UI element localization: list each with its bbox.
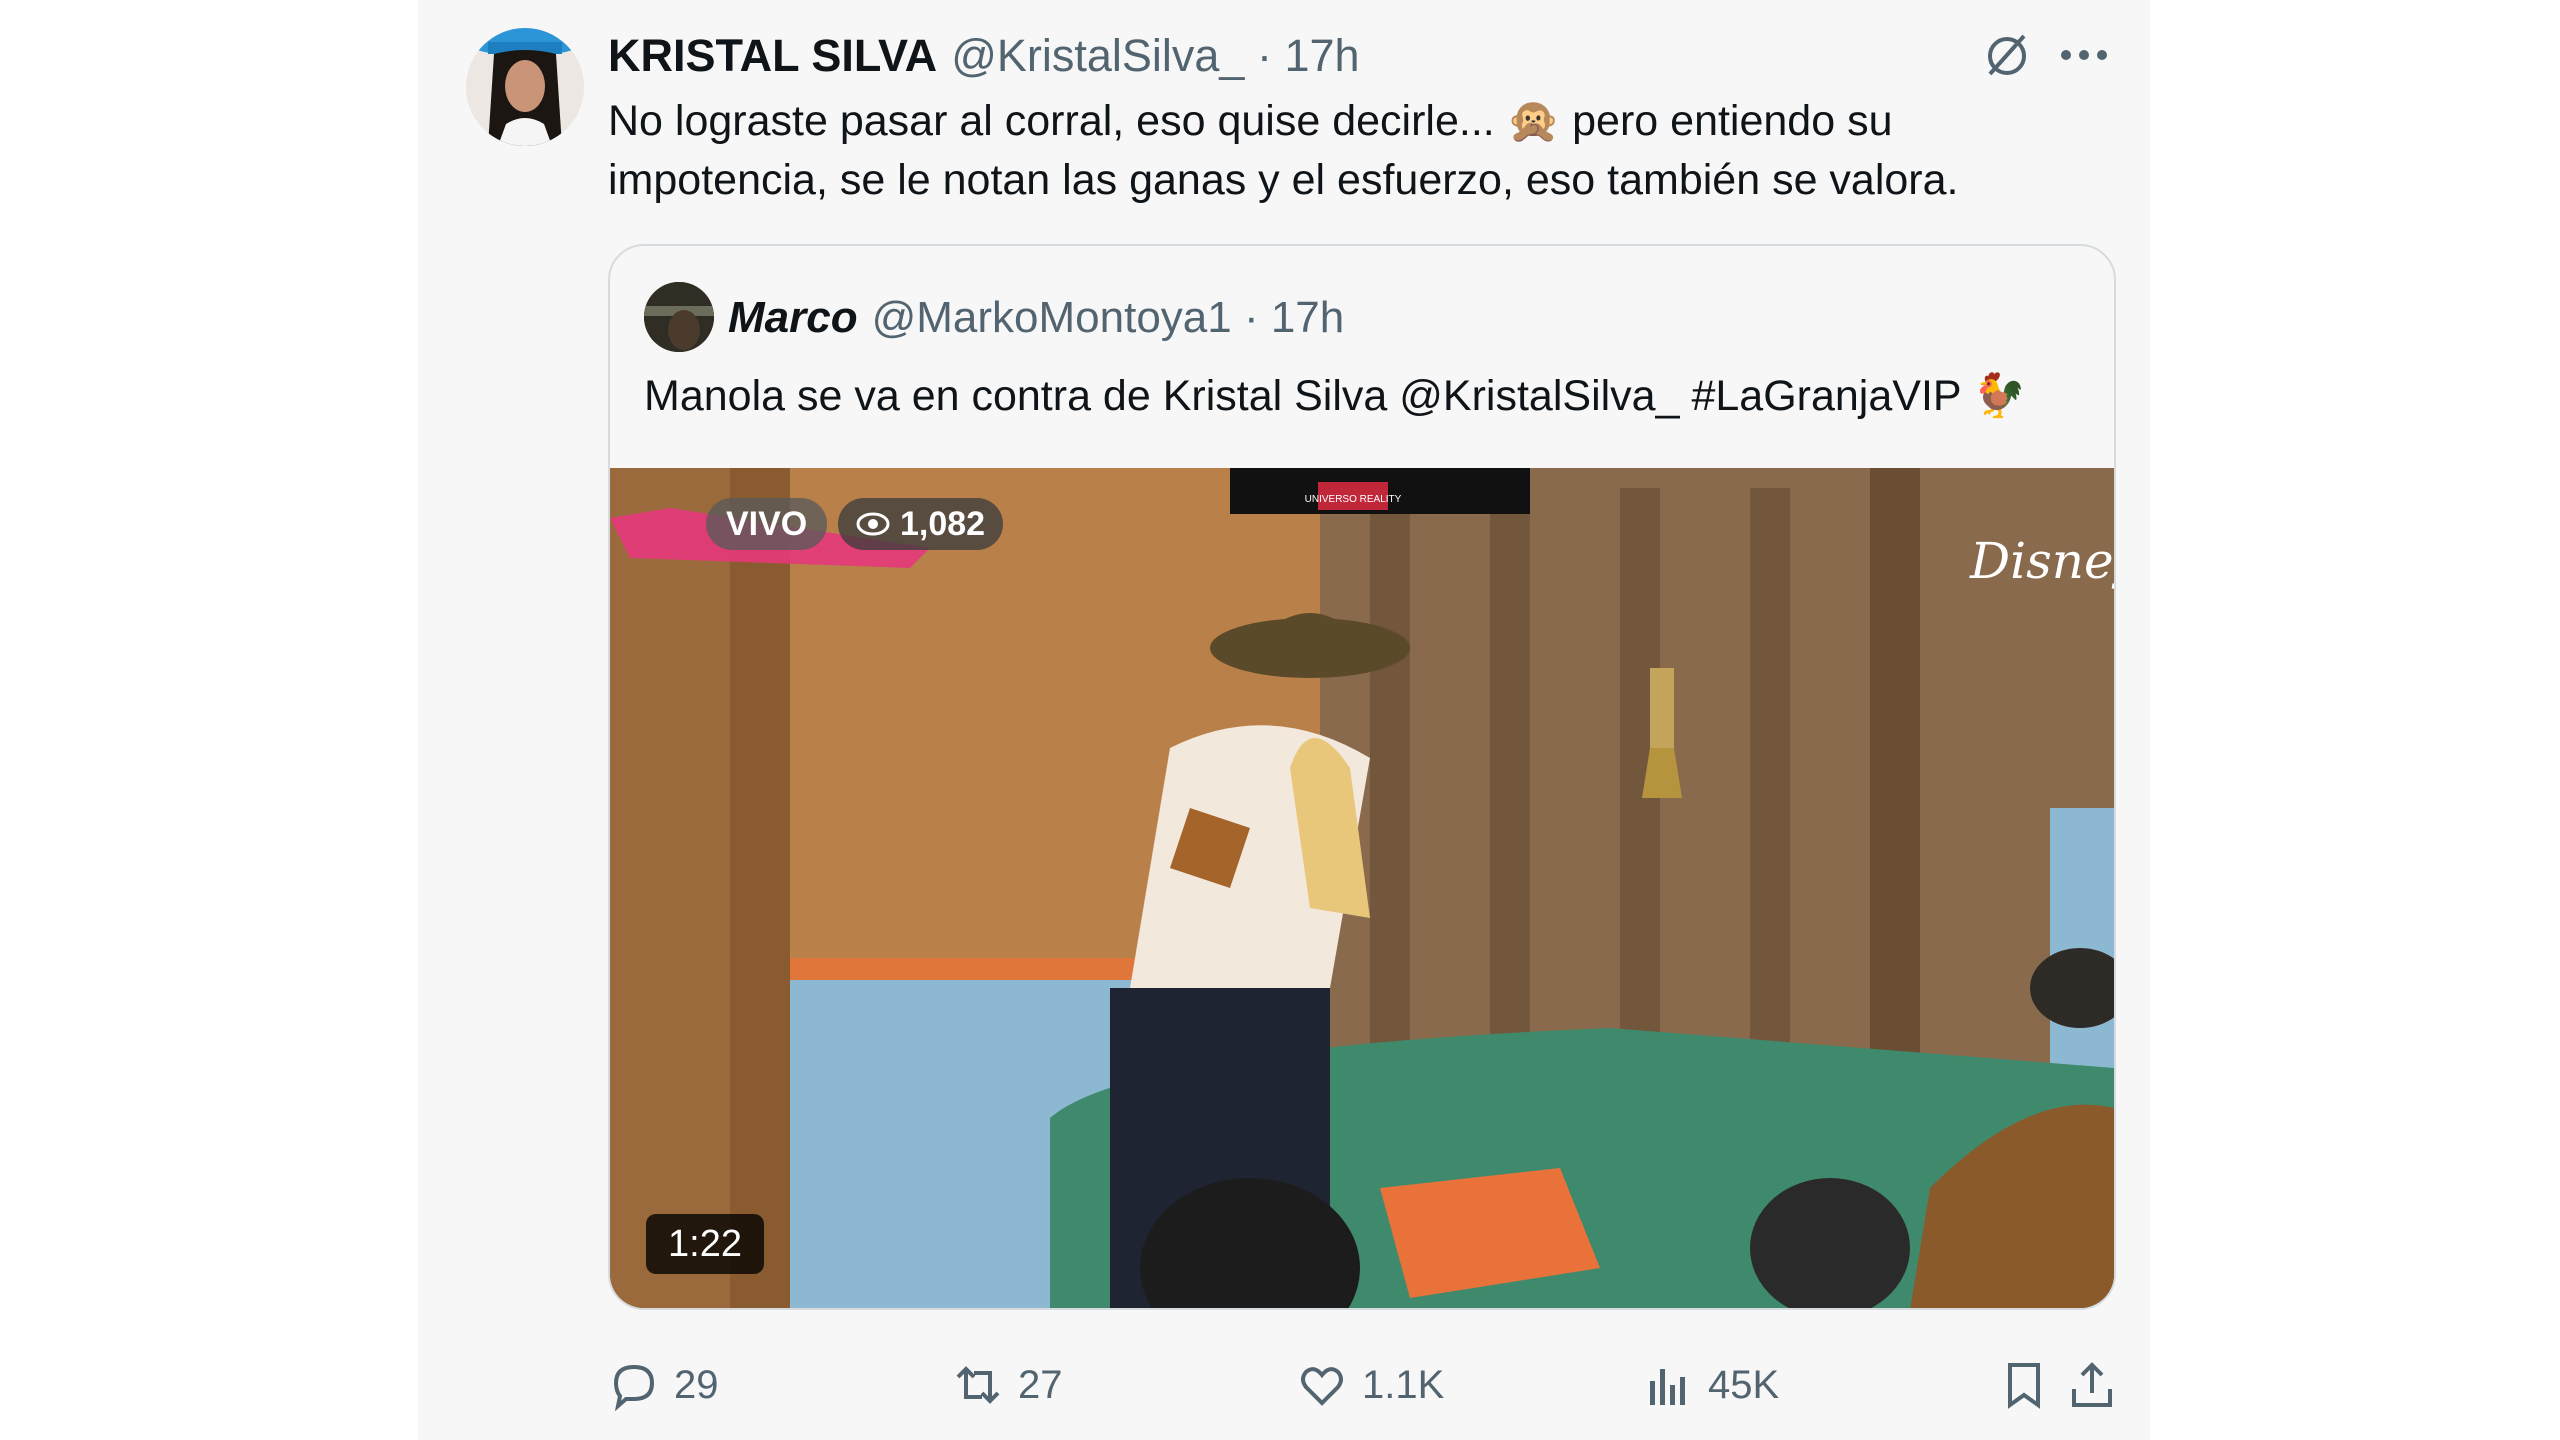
video-frame: UNIVERSO REALITY Disney+ bbox=[610, 468, 2114, 1308]
watermark-text: Disney+ bbox=[1969, 532, 2114, 590]
video-duration: 1:22 bbox=[646, 1214, 764, 1274]
tweet-text: No lograste pasar al corral, eso quise d… bbox=[608, 92, 2118, 210]
author-handle-time[interactable]: @KristalSilva_ · 17h bbox=[951, 30, 1359, 82]
tweet-text-line: impotencia, se le notan las ganas y el e… bbox=[608, 156, 1959, 204]
live-badge: VIVO bbox=[706, 498, 828, 550]
retweet-count: 27 bbox=[1018, 1362, 1063, 1407]
tweet-header: KRISTAL SILVA @KristalSilva_ · 17h bbox=[608, 28, 1360, 84]
tweet-text-line: No lograste pasar al corral, eso quise d… bbox=[608, 97, 1893, 145]
share-button[interactable] bbox=[2066, 1350, 2118, 1420]
retweet-button[interactable]: 27 bbox=[952, 1350, 1063, 1420]
quote-text: Manola se va en contra de Kristal Silva … bbox=[644, 372, 2027, 420]
quoted-tweet[interactable]: Marco @MarkoMontoya1 · 17h Manola se va … bbox=[608, 244, 2116, 1310]
author-avatar[interactable] bbox=[466, 28, 584, 146]
like-button[interactable]: 1.1K bbox=[1296, 1350, 1444, 1420]
views-icon bbox=[1650, 1369, 1685, 1405]
viewers-count: 1,082 bbox=[900, 504, 986, 543]
bookmark-icon bbox=[2008, 1363, 2040, 1409]
author-name[interactable]: KRISTAL SILVA bbox=[608, 30, 937, 82]
bookmark-button[interactable] bbox=[1998, 1350, 2050, 1420]
like-icon bbox=[1301, 1367, 1343, 1406]
tweet-actions: 29 27 1.1K 45K bbox=[608, 1350, 2118, 1420]
quote-author-name[interactable]: Marco bbox=[728, 293, 858, 343]
more-icon[interactable] bbox=[2058, 40, 2110, 70]
tweet-card[interactable]: KRISTAL SILVA @KristalSilva_ · 17h No lo… bbox=[418, 0, 2150, 1440]
banner-text: UNIVERSO REALITY bbox=[1305, 494, 1402, 505]
quote-video[interactable]: UNIVERSO REALITY Disney+ VIVO bbox=[610, 468, 2114, 1308]
retweet-icon bbox=[956, 1366, 1000, 1404]
eye-icon bbox=[856, 512, 890, 536]
reply-icon bbox=[613, 1364, 655, 1411]
grok-icon[interactable] bbox=[1980, 28, 2034, 82]
views-button[interactable]: 45K bbox=[1642, 1350, 1779, 1420]
quote-author-avatar[interactable] bbox=[644, 282, 714, 352]
quote-header: Marco @MarkoMontoya1 · 17h bbox=[728, 288, 1344, 348]
share-icon bbox=[2072, 1362, 2112, 1407]
like-count: 1.1K bbox=[1362, 1362, 1445, 1407]
reply-button[interactable]: 29 bbox=[608, 1350, 719, 1420]
quote-author-handle-time[interactable]: @MarkoMontoya1 · 17h bbox=[872, 293, 1345, 343]
viewers-badge: 1,082 bbox=[838, 498, 1004, 550]
views-count: 45K bbox=[1708, 1362, 1780, 1407]
reply-count: 29 bbox=[674, 1362, 719, 1407]
